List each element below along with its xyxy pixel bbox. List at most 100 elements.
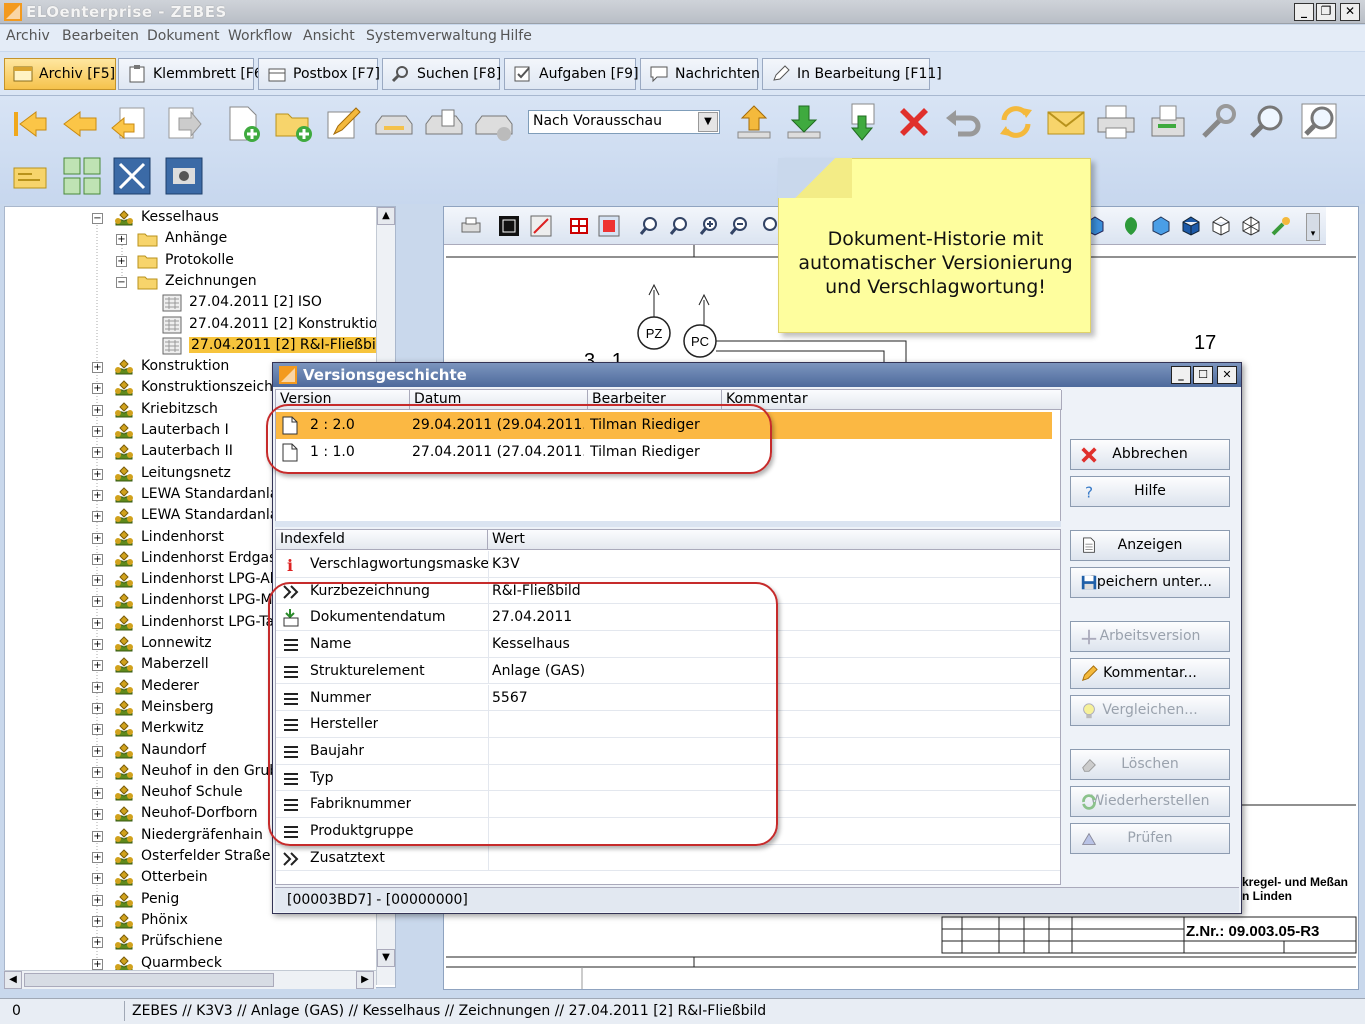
viewer-grid-icon[interactable] <box>568 215 590 237</box>
expand-icon[interactable]: + <box>92 383 103 395</box>
viewer-annotation-icon[interactable] <box>530 215 552 237</box>
loeschen-button[interactable]: Löschen <box>1070 749 1230 780</box>
tree-node[interactable]: + Protokolle <box>5 251 377 272</box>
expand-icon[interactable]: + <box>92 809 103 821</box>
viewer-zoom-icon[interactable] <box>638 215 660 237</box>
column-header-wert[interactable]: Wert <box>488 530 1060 550</box>
expand-icon[interactable]: + <box>92 426 103 437</box>
expand-icon[interactable]: + <box>92 532 103 544</box>
forward-icon[interactable] <box>163 104 203 144</box>
refresh-icon[interactable] <box>996 102 1036 142</box>
viewer-grid2-icon[interactable] <box>598 215 620 237</box>
viewer-select-icon[interactable] <box>498 215 520 237</box>
expand-icon[interactable]: + <box>92 766 103 778</box>
tools-icon[interactable] <box>1198 102 1238 142</box>
index-field-row[interactable]: Zusatztext <box>276 844 1060 872</box>
expand-icon[interactable]: + <box>92 639 103 650</box>
speichern-unter-button[interactable]: Speichern unter... <box>1070 567 1230 598</box>
scanner-doc-icon[interactable] <box>424 104 464 144</box>
menu-workflow[interactable]: Workflow <box>228 28 292 44</box>
view-mode-select[interactable]: Nach Vorausschau ▼ <box>528 110 720 134</box>
tree-node[interactable]: 27.04.2011 [2] R&I-Fließbild <box>5 336 391 357</box>
viewer-3d-mesh-icon[interactable] <box>1240 215 1262 237</box>
tab-klemmbrett[interactable]: Klemmbrett [F6] <box>118 58 268 90</box>
expand-icon[interactable]: + <box>116 255 127 267</box>
vergleichen-button[interactable]: Vergleichen... <box>1070 695 1230 726</box>
scroll-right-icon[interactable]: ▶ <box>356 971 374 989</box>
scanner-icon[interactable] <box>374 104 414 144</box>
tab-postbox[interactable]: Postbox [F7] <box>258 58 380 90</box>
expand-icon[interactable]: + <box>92 596 103 608</box>
tree-node[interactable]: 27.04.2011 [2] Konstruktion <box>5 315 386 336</box>
expand-icon[interactable]: + <box>92 511 103 523</box>
expand-icon[interactable]: + <box>92 830 103 842</box>
collapse-icon[interactable]: − <box>116 276 127 288</box>
new-document-icon[interactable] <box>224 104 264 144</box>
tree-node[interactable]: + Anhänge <box>5 229 377 250</box>
expand-icon[interactable]: + <box>92 958 103 970</box>
expand-icon[interactable]: + <box>116 234 127 246</box>
viewer-3d-solid-icon[interactable] <box>1150 215 1172 237</box>
checkout-icon[interactable] <box>784 102 824 142</box>
dialog-minimize-button[interactable]: _ <box>1171 366 1191 384</box>
expand-icon[interactable]: + <box>92 788 103 800</box>
wiederherstellen-button[interactable]: Wiederherstellen <box>1070 786 1230 817</box>
menu-archiv[interactable]: Archiv <box>6 28 50 44</box>
viewer-3d-tool-icon[interactable] <box>1270 215 1292 237</box>
expand-icon[interactable]: + <box>92 553 103 565</box>
scroll-up-icon[interactable]: ▲ <box>377 207 395 225</box>
scroll-down-icon[interactable]: ▼ <box>377 949 395 967</box>
menu-bearbeiten[interactable]: Bearbeiten <box>62 28 139 44</box>
thumbnails-icon[interactable] <box>62 156 102 196</box>
menu-systemverwaltung[interactable]: Systemverwaltung <box>366 28 497 44</box>
print-icon[interactable] <box>1096 102 1136 142</box>
move-icon[interactable] <box>842 102 882 142</box>
viewer-zoom-out-icon[interactable] <box>728 215 750 237</box>
expand-icon[interactable]: + <box>92 702 103 714</box>
expand-icon[interactable]: + <box>92 937 103 949</box>
parent-icon[interactable] <box>110 104 150 144</box>
column-header-kommentar[interactable]: Kommentar <box>722 390 1062 410</box>
restore-button[interactable]: ❐ <box>1316 3 1336 21</box>
tree-node[interactable]: − Zeichnungen <box>5 272 377 293</box>
expand-icon[interactable]: + <box>92 852 103 863</box>
tab-nachrichten[interactable]: Nachrichten <box>640 58 760 90</box>
minimize-button[interactable]: _ <box>1294 3 1314 21</box>
chevron-down-icon[interactable]: ▼ <box>698 112 718 132</box>
expand-icon[interactable]: + <box>92 724 103 736</box>
fullscreen-icon[interactable] <box>112 156 152 196</box>
scroll-left-icon[interactable]: ◀ <box>4 971 22 989</box>
hilfe-button[interactable]: ? Hilfe <box>1070 476 1230 507</box>
arbeitsversion-button[interactable]: Arbeitsversion <box>1070 621 1230 652</box>
viewer-3d-wire-icon[interactable] <box>1210 215 1232 237</box>
viewer-zoom-fit-icon[interactable] <box>668 215 690 237</box>
mail-icon[interactable] <box>1046 102 1086 142</box>
dialog-maximize-button[interactable]: ☐ <box>1193 366 1213 384</box>
scanner-add-icon[interactable] <box>474 104 514 144</box>
expand-icon[interactable]: + <box>92 489 103 501</box>
index-field-row[interactable]: i Verschlagwortungsmaske K3V <box>276 551 1060 578</box>
tree-horizontal-scrollbar[interactable]: ◀ ▶ <box>4 970 376 989</box>
abbrechen-button[interactable]: Abbrechen <box>1070 439 1230 470</box>
dialog-close-button[interactable]: ✕ <box>1217 366 1237 384</box>
camera-icon[interactable] <box>164 156 204 196</box>
expand-icon[interactable]: + <box>92 404 103 416</box>
new-folder-icon[interactable] <box>274 104 314 144</box>
scroll-thumb[interactable] <box>24 973 274 987</box>
expand-icon[interactable]: + <box>92 873 103 885</box>
expand-icon[interactable]: + <box>92 362 103 374</box>
first-icon[interactable] <box>10 104 50 144</box>
tab-suchen[interactable]: Suchen [F8] <box>382 58 501 90</box>
menu-dokument[interactable]: Dokument <box>147 28 220 44</box>
viewer-zoom-page-icon[interactable] <box>758 215 780 237</box>
tab-archiv[interactable]: Archiv [F5] <box>4 58 116 90</box>
edit-icon[interactable] <box>324 104 364 144</box>
splitter[interactable] <box>275 521 1061 527</box>
close-button[interactable]: ✕ <box>1340 3 1360 21</box>
expand-icon[interactable]: + <box>92 468 103 480</box>
zoom-icon[interactable] <box>1248 102 1288 142</box>
tree-node[interactable]: + Phönix <box>5 911 377 932</box>
tree-node[interactable]: 27.04.2011 [2] ISO <box>5 293 377 314</box>
tab-aufgaben[interactable]: Aufgaben [F9] <box>504 58 639 90</box>
viewer-3d-plant-icon[interactable] <box>1120 215 1142 237</box>
